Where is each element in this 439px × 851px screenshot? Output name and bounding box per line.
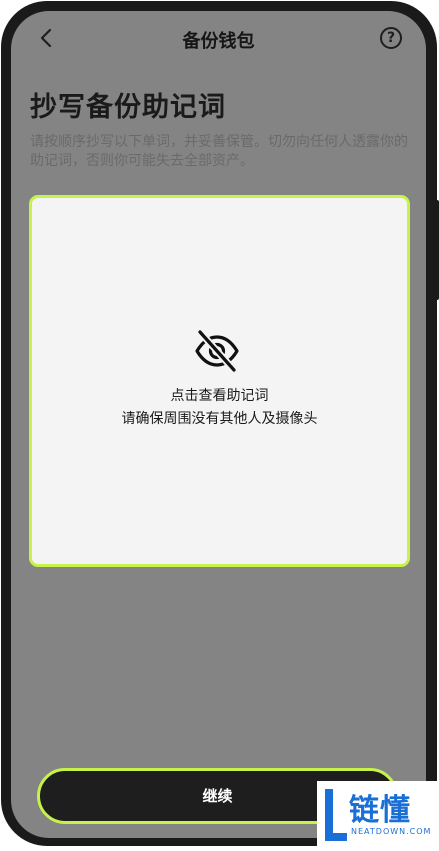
page-header-title: 备份钱包: [182, 31, 255, 52]
question-circle-icon: ?: [386, 30, 396, 46]
page-title: 抄写备份助记词: [30, 92, 226, 123]
watermark-domain: NEATDOWN.COM: [351, 827, 432, 836]
privacy-warning: 请确保周围没有其他人及摄像头: [121, 411, 318, 427]
mnemonic-reveal-card[interactable]: 点击查看助记词 请确保周围没有其他人及摄像头: [29, 195, 410, 567]
reveal-prompt: 点击查看助记词: [170, 388, 269, 404]
phone-side-button: [434, 200, 439, 300]
instructions-text: 请按顺序抄写以下单词，并妥善保管。切勿向任何人透露你的助记词，否则你可能失去全部…: [30, 134, 408, 169]
watermark-brand: 链懂: [349, 793, 411, 828]
help-button[interactable]: ?: [380, 27, 402, 49]
watermark-mark-foot: [325, 833, 347, 841]
eye-off-icon: [195, 329, 239, 373]
phone-frame: 备份钱包 ? 抄写备份助记词 请按顺序抄写以下单词，并妥善保管。切勿向任何人透露…: [0, 0, 439, 851]
nav-bar: 备份钱包 ?: [11, 11, 426, 69]
screen: 备份钱包 ? 抄写备份助记词 请按顺序抄写以下单词，并妥善保管。切勿向任何人透露…: [11, 11, 426, 838]
watermark-logo: 链懂 NEATDOWN.COM: [317, 781, 439, 851]
